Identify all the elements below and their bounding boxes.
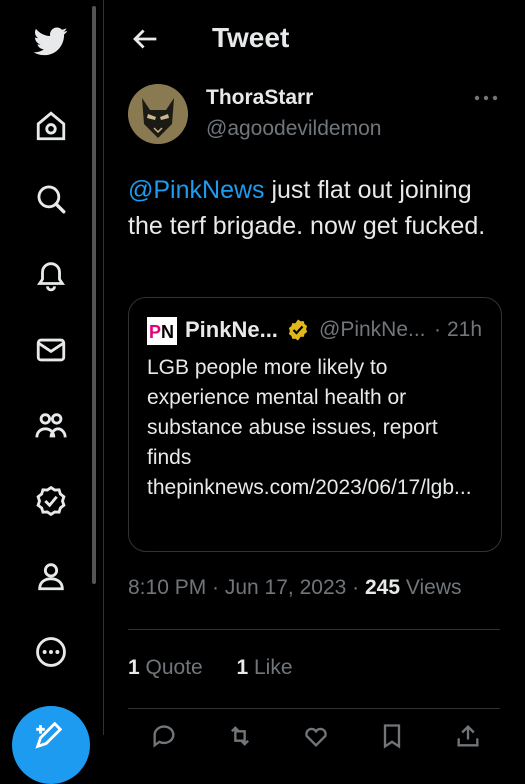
more-dots-icon[interactable] <box>472 88 500 108</box>
divider <box>128 629 500 630</box>
tweet-actions <box>128 722 508 752</box>
meta-separator: · <box>352 576 360 599</box>
svg-text:P: P <box>149 322 161 342</box>
back-arrow-icon[interactable] <box>128 22 162 56</box>
bell-icon[interactable] <box>26 250 76 300</box>
like-icon[interactable] <box>302 722 330 750</box>
compose-icon <box>35 721 63 749</box>
engagement-stats: 1 Quote 1 Like <box>128 656 293 680</box>
pinknews-logo: P N <box>147 317 177 345</box>
author-name[interactable]: ThoraStarr <box>206 86 313 110</box>
more-circle-icon[interactable] <box>26 627 76 677</box>
views-count: 245 <box>365 576 401 599</box>
quoted-time: 21h <box>447 318 483 341</box>
page-title: Tweet <box>212 22 290 53</box>
quotes-stat[interactable]: 1 Quote <box>128 656 203 679</box>
share-icon[interactable] <box>454 722 482 750</box>
avatar[interactable] <box>128 84 188 144</box>
verified-badge-icon <box>288 319 308 341</box>
svg-text:N: N <box>161 322 174 342</box>
sidebar-scrollbar[interactable] <box>92 6 96 584</box>
tweet-detail-column: Tweet ThoraStarr @agoodevildemon @PinkNe… <box>103 0 525 749</box>
quotes-count: 1 <box>128 656 140 679</box>
timestamp[interactable]: 8:10 PM · Jun 17, 2023 <box>128 576 346 599</box>
tweet-text: @PinkNews just flat out joining the terf… <box>128 172 508 244</box>
likes-label: Like <box>253 656 293 679</box>
quoted-author-name: PinkNe... <box>185 317 278 342</box>
author-handle[interactable]: @agoodevildemon <box>206 117 381 141</box>
sidebar-nav <box>0 0 100 784</box>
home-icon[interactable] <box>26 101 76 151</box>
search-icon[interactable] <box>26 174 76 224</box>
quoted-tweet-card[interactable]: P N PinkNe... @PinkNe... · 21h LGB peopl… <box>128 297 502 552</box>
quoted-link[interactable]: thepinknews.com/2023/06/17/lgb... <box>147 473 487 503</box>
likes-count: 1 <box>236 656 249 679</box>
quotes-label: Quote <box>145 656 203 679</box>
likes-stat[interactable]: 1 Like <box>236 656 292 679</box>
communities-icon[interactable] <box>26 401 76 451</box>
divider <box>128 708 500 709</box>
quoted-separator: · <box>434 318 441 341</box>
mention-link[interactable]: @PinkNews <box>128 176 265 204</box>
bookmark-icon[interactable] <box>378 722 406 750</box>
compose-button[interactable] <box>12 706 90 784</box>
profile-icon[interactable] <box>26 551 76 601</box>
views-label: Views <box>405 576 462 599</box>
mail-icon[interactable] <box>26 325 76 375</box>
tweet-meta: 8:10 PM · Jun 17, 2023 · 245 Views <box>128 576 462 600</box>
verified-icon[interactable] <box>26 476 76 526</box>
reply-icon[interactable] <box>150 722 178 750</box>
retweet-icon[interactable] <box>226 722 254 750</box>
quoted-author-handle: @PinkNe... <box>319 318 426 341</box>
quoted-text: LGB people more likely to experience men… <box>147 356 438 469</box>
page-header: Tweet <box>104 0 525 80</box>
twitter-bird-icon[interactable] <box>26 16 76 66</box>
